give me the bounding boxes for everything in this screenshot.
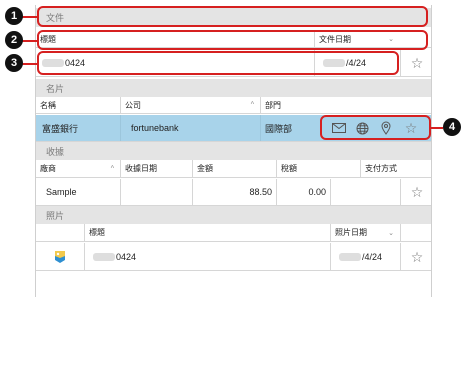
card-department-cell: 國際部: [260, 115, 320, 141]
screen: 文件 標題 文件日期 ⌄ 0424 /4/24 ☆ 名片 名稱 公司 ^ 部門 富盛…: [0, 0, 463, 369]
callout-box-1: [37, 6, 428, 27]
callout-box-4: [320, 115, 431, 140]
section-photo: 照片: [36, 206, 431, 224]
sort-ascending-icon: ^: [250, 101, 254, 109]
callout-line-3: [22, 63, 37, 65]
column-header-vendor[interactable]: 廠商 ^: [36, 160, 120, 177]
receipt-vendor-cell: Sample: [46, 187, 77, 197]
callout-badge-4: 4: [443, 118, 461, 136]
column-header-photo-date[interactable]: 照片日期 ⌄: [330, 224, 400, 241]
photo-title-cell: 0424: [84, 243, 330, 270]
column-header-company[interactable]: 公司 ^: [120, 97, 260, 113]
column-header-payment[interactable]: 支付方式: [360, 160, 433, 177]
favorite-button[interactable]: ☆: [400, 50, 433, 76]
column-header-photo-title[interactable]: 標題: [84, 224, 330, 241]
receipt-amount-cell: 88.50: [192, 179, 276, 205]
photo-header-row: 標題 照片日期 ⌄: [36, 224, 431, 242]
receipt-payment-cell: [330, 179, 400, 205]
receipt-tax-cell: 0.00: [276, 179, 330, 205]
chevron-down-icon: ⌄: [388, 229, 394, 237]
callout-badge-2: 2: [5, 31, 23, 49]
sort-ascending-icon: ^: [110, 165, 114, 172]
column-header-amount[interactable]: 金額: [192, 160, 276, 177]
section-receipt: 收據: [36, 142, 431, 160]
section-receipt-label: 收據: [46, 146, 65, 157]
favorite-button[interactable]: ☆: [400, 243, 433, 270]
section-business-card: 名片: [36, 79, 431, 97]
callout-box-2: [37, 30, 428, 50]
receipt-header-row: 廠商 ^ 收據日期 金額 稅額 支付方式: [36, 160, 431, 178]
star-icon: ☆: [410, 248, 424, 265]
card-company-cell: fortunebank: [120, 115, 260, 141]
callout-line-1: [22, 16, 37, 18]
photo-thumbnail-icon: [55, 250, 65, 263]
photo-row[interactable]: 0424 /4/24 ☆: [36, 243, 431, 271]
column-header-thumbnail: [36, 224, 84, 241]
callout-line-4: [431, 127, 443, 129]
photo-thumbnail-cell: [36, 243, 84, 270]
receipt-date-cell: [120, 179, 192, 205]
column-header-department[interactable]: 部門: [260, 97, 433, 113]
callout-line-2: [22, 40, 37, 42]
card-header-row: 名稱 公司 ^ 部門: [36, 97, 431, 114]
section-business-card-label: 名片: [46, 83, 65, 94]
callout-badge-3: 3: [5, 54, 23, 72]
photo-date-cell: /4/24: [330, 243, 400, 270]
callout-box-3: [37, 51, 399, 75]
star-icon: ☆: [410, 55, 424, 71]
column-header-tax[interactable]: 稅額: [276, 160, 360, 177]
column-header-favorite: [400, 224, 433, 241]
column-header-name[interactable]: 名稱: [36, 97, 120, 113]
card-name-cell: 富盛銀行: [42, 123, 79, 134]
receipt-row[interactable]: Sample 88.50 0.00 ☆: [36, 179, 431, 206]
section-photo-label: 照片: [46, 210, 65, 221]
favorite-button[interactable]: ☆: [400, 179, 433, 205]
callout-badge-1: 1: [5, 7, 23, 25]
star-icon: ☆: [410, 184, 424, 200]
column-header-receipt-date[interactable]: 收據日期: [120, 160, 192, 177]
